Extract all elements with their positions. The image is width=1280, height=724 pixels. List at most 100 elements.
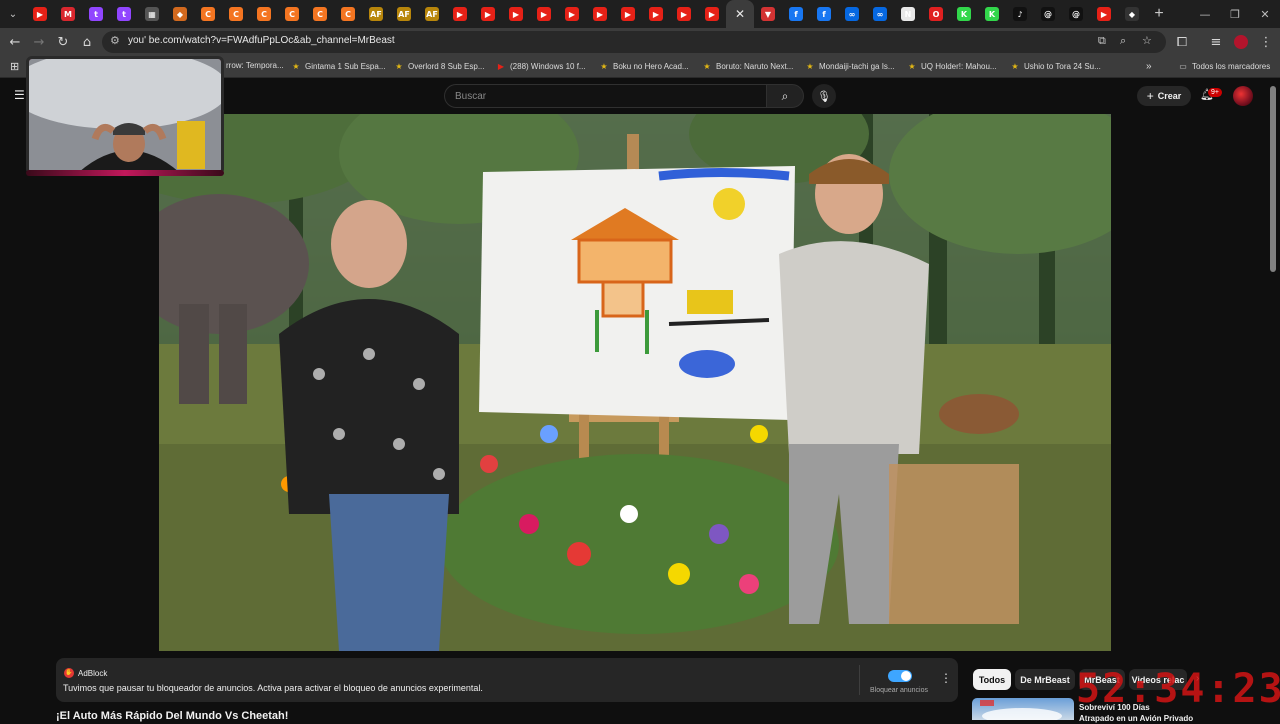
tab-animeflv[interactable]: AF: [362, 0, 390, 28]
chip-todos[interactable]: Todos: [973, 669, 1011, 690]
page-scrollbar[interactable]: [1270, 86, 1276, 272]
bookmark-star-icon: ★: [703, 61, 711, 71]
site-info-icon[interactable]: ⚙: [110, 34, 120, 47]
bookmark-item[interactable]: ▶ (288) Windows 10 f...: [496, 61, 586, 71]
media-icon[interactable]: ≡: [1206, 32, 1226, 52]
tab-search-icon[interactable]: ⌄: [0, 0, 26, 28]
tab-youtube[interactable]: ▶: [558, 0, 586, 28]
tab-twitch[interactable]: t: [110, 0, 138, 28]
bookmark-item[interactable]: rrow: Tempora...: [226, 61, 284, 70]
youtube-icon: ▶: [705, 7, 719, 21]
tab-threads[interactable]: @: [1062, 0, 1090, 28]
tab-close-icon[interactable]: ✕: [726, 0, 754, 28]
tab-tiktok[interactable]: ♪: [1006, 0, 1034, 28]
address-url: you' be.com/watch?v=FWAdfuPpLOc&ab_chann…: [128, 35, 395, 46]
chip-de-mrbeast[interactable]: De MrBeast: [1015, 669, 1075, 690]
tab-bookmark-red[interactable]: ▼: [754, 0, 782, 28]
adblock-banner: ✋ AdBlock Tuvimos que pausar tu bloquead…: [56, 658, 958, 702]
tab-youtube[interactable]: ▶: [698, 0, 726, 28]
tab-animeflv[interactable]: AF: [390, 0, 418, 28]
animeflv-icon: AF: [425, 7, 439, 21]
voice-search-icon[interactable]: 🎙︎: [812, 84, 836, 108]
tab-youtube[interactable]: ▶: [614, 0, 642, 28]
window-close-icon[interactable]: ✕: [1250, 0, 1280, 28]
tab-mega[interactable]: M: [54, 0, 82, 28]
search-button[interactable]: ⌕: [766, 84, 804, 108]
tab-crunchyroll[interactable]: C: [334, 0, 362, 28]
bookmark-item[interactable]: ★ Mondaiji-tachi ga Is...: [805, 61, 894, 71]
tab-crunchyroll[interactable]: C: [194, 0, 222, 28]
adblock-more-icon[interactable]: ⋮: [940, 671, 952, 685]
all-bookmarks-folder[interactable]: ▭ Todos los marcadores: [1178, 61, 1270, 71]
bookmark-item[interactable]: ★ Overlord 8 Sub Esp...: [394, 61, 484, 71]
bookmark-star-icon: ★: [1011, 61, 1019, 71]
forward-icon[interactable]: →: [29, 32, 49, 52]
tab-meta[interactable]: ∞: [866, 0, 894, 28]
install-app-icon[interactable]: ⧉: [1098, 34, 1106, 48]
tab-kick[interactable]: K: [978, 0, 1006, 28]
grid-site-icon: ▦: [145, 7, 159, 21]
tab-threads[interactable]: @: [1034, 0, 1062, 28]
tab-youtube[interactable]: ▶: [586, 0, 614, 28]
block-ads-toggle[interactable]: [888, 670, 912, 682]
tab-notion[interactable]: N: [894, 0, 922, 28]
tab-youtube[interactable]: ▶: [1090, 0, 1118, 28]
create-button[interactable]: + Crear: [1137, 86, 1191, 106]
video-player[interactable]: [159, 114, 1111, 651]
bookmark-item[interactable]: ★ UQ Holder!: Mahou...: [907, 61, 996, 71]
bookmark-item[interactable]: ★ Gintama 1 Sub Espa...: [291, 61, 386, 71]
tab-crunchyroll[interactable]: C: [250, 0, 278, 28]
extensions-icon[interactable]: ⧠: [1172, 32, 1192, 52]
home-icon[interactable]: ⌂: [77, 32, 97, 52]
twitch-icon: t: [117, 7, 131, 21]
tab-youtube[interactable]: ▶: [502, 0, 530, 28]
tab-grid-site[interactable]: ▦: [138, 0, 166, 28]
tab-youtube[interactable]: ▶: [26, 0, 54, 28]
tab-diamond-site[interactable]: ◆: [1118, 0, 1146, 28]
tab-crunchyroll[interactable]: C: [278, 0, 306, 28]
tab-opera[interactable]: O: [922, 0, 950, 28]
bookmark-star-icon[interactable]: ☆: [1142, 34, 1152, 47]
back-icon[interactable]: ←: [5, 32, 25, 52]
more-bookmarks-icon[interactable]: »: [1146, 61, 1152, 72]
tab-youtube[interactable]: ▶: [530, 0, 558, 28]
browser-menu-icon[interactable]: ⋮: [1256, 32, 1276, 52]
minimize-icon[interactable]: —: [1190, 0, 1220, 28]
address-bar[interactable]: ⚙ you' be.com/watch?v=FWAdfuPpLOc&ab_cha…: [102, 31, 1166, 53]
tab-facebook[interactable]: f: [810, 0, 838, 28]
account-avatar[interactable]: [1233, 86, 1253, 106]
youtube-icon: ▶: [621, 7, 635, 21]
restore-icon[interactable]: ❐: [1220, 0, 1250, 28]
animeflv-icon: AF: [369, 7, 383, 21]
search-icon: ⌕: [781, 88, 789, 103]
search-input[interactable]: Buscar: [444, 84, 766, 108]
tab-animeflv[interactable]: AF: [418, 0, 446, 28]
tab-youtube[interactable]: ▶: [642, 0, 670, 28]
apps-icon[interactable]: ⊞: [10, 60, 19, 73]
webcam-overlay: [26, 56, 224, 175]
bookmark-item[interactable]: ★ Boku no Hero Acad...: [599, 61, 688, 71]
tab-fox-site[interactable]: ◆: [166, 0, 194, 28]
tab-meta[interactable]: ∞: [838, 0, 866, 28]
zoom-icon[interactable]: ⌕: [1120, 34, 1126, 48]
threads-icon: @: [1069, 7, 1083, 21]
tab-twitch[interactable]: t: [82, 0, 110, 28]
tab-facebook[interactable]: f: [782, 0, 810, 28]
tab-youtube[interactable]: ▶: [474, 0, 502, 28]
guide-menu-icon[interactable]: ☰: [14, 88, 25, 102]
profile-avatar[interactable]: [1231, 32, 1251, 52]
tiktok-icon: ♪: [1013, 7, 1027, 21]
bookmark-item[interactable]: ★ Boruto: Naruto Next...: [702, 61, 793, 71]
tab-kick[interactable]: K: [950, 0, 978, 28]
tab-youtube[interactable]: ▶: [446, 0, 474, 28]
tab-crunchyroll[interactable]: C: [306, 0, 334, 28]
recommended-video-thumbnail[interactable]: [972, 698, 1074, 720]
tab-youtube[interactable]: ▶: [670, 0, 698, 28]
webcam-frame-accent: [26, 170, 224, 176]
new-tab-button[interactable]: +: [1146, 5, 1172, 23]
video-title: ¡El Auto Más Rápido Del Mundo Vs Cheetah…: [56, 710, 289, 722]
bookmark-label: Gintama 1 Sub Espa...: [305, 61, 386, 71]
bookmark-item[interactable]: ★ Ushio to Tora 24 Su...: [1010, 61, 1100, 71]
reload-icon[interactable]: ↻: [53, 32, 73, 52]
tab-crunchyroll[interactable]: C: [222, 0, 250, 28]
